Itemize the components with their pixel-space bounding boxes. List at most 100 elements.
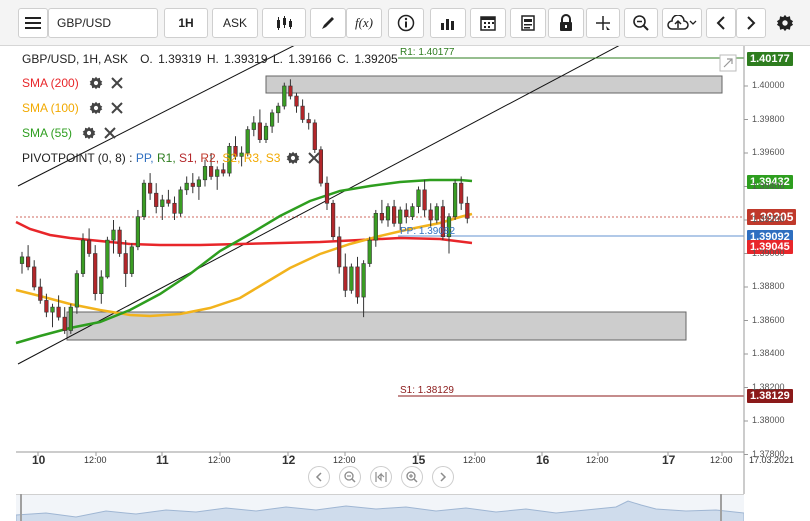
symbol-selector[interactable]: GBP/USD xyxy=(48,8,158,38)
candle-body xyxy=(196,179,202,187)
pan-left-button[interactable] xyxy=(308,466,330,488)
candle-body xyxy=(117,229,122,254)
chart-type-button[interactable] xyxy=(262,8,306,38)
candle-body xyxy=(62,316,67,331)
candle-body xyxy=(276,105,281,114)
info-icon xyxy=(397,14,415,32)
candle-body xyxy=(190,182,195,187)
overview-navigator[interactable] xyxy=(16,494,744,521)
x-tick-label: 17.03.2021 xyxy=(749,455,795,465)
chart-area[interactable]: GBP/USD, 1H, ASK O. 1.39319 H. 1.39319 L… xyxy=(0,46,810,521)
candle-body xyxy=(349,266,354,291)
lock-icon xyxy=(560,14,572,31)
scroll-left-button[interactable] xyxy=(706,8,736,38)
candle-body xyxy=(184,182,189,191)
lock-button[interactable] xyxy=(548,8,584,38)
r1-level-label: R1: 1.40177 xyxy=(400,47,455,58)
indicators-button[interactable]: f(x) xyxy=(346,8,382,38)
candle-body xyxy=(178,189,183,214)
y-tick-label: 1.39800 xyxy=(752,113,785,124)
candle-body xyxy=(25,256,31,268)
candle-body xyxy=(129,246,134,274)
price-chart[interactable] xyxy=(0,46,810,521)
pan-right-button[interactable] xyxy=(432,466,454,488)
candle-body xyxy=(416,189,421,207)
pivot-sep: : xyxy=(129,151,133,165)
ohlc-readout: GBP/USD, 1H, ASK O. 1.39319 H. 1.39319 L… xyxy=(22,52,400,66)
legend-sma55: SMA (55) xyxy=(22,126,124,140)
candle-body xyxy=(257,122,263,140)
close-icon[interactable] xyxy=(308,152,321,164)
settings-button[interactable] xyxy=(770,8,800,38)
legend-pivot: PIVOTPOINT (0, 8) : PP, R1, S1, R2, S2, … xyxy=(22,151,328,165)
candle-body xyxy=(221,169,226,174)
crosshair-button[interactable] xyxy=(586,8,620,38)
gear-icon[interactable] xyxy=(89,101,103,115)
candle-body xyxy=(330,202,336,238)
pivot-s2: S2, xyxy=(222,151,241,165)
candle-body xyxy=(123,253,128,274)
candle-body xyxy=(202,166,208,181)
y-tick-label: 1.39400 xyxy=(752,180,785,191)
fx-label: f(x) xyxy=(354,15,374,30)
volume-button[interactable] xyxy=(430,8,466,38)
zoom-button[interactable] xyxy=(624,8,658,38)
candle-body xyxy=(361,263,366,298)
bar-chart-icon xyxy=(441,19,454,30)
overview-handle-right[interactable] xyxy=(720,494,722,521)
candle-body xyxy=(434,206,439,221)
info-button[interactable] xyxy=(388,8,424,38)
candle-body xyxy=(343,266,348,291)
candle-body xyxy=(19,256,25,264)
open-label: O. xyxy=(140,52,153,66)
close-icon[interactable] xyxy=(110,77,123,89)
price-type-button[interactable]: ASK xyxy=(212,8,258,38)
high-label: H. xyxy=(206,52,219,66)
gear-icon[interactable] xyxy=(286,151,300,165)
zoom-out-icon xyxy=(344,471,356,483)
symbol-label: GBP/USD xyxy=(57,16,112,30)
y-tick-label: 1.38400 xyxy=(752,348,785,358)
open-value: 1.39319 xyxy=(158,52,202,66)
candle-body xyxy=(148,182,153,194)
candle-body xyxy=(172,202,177,214)
cloud-upload-button[interactable] xyxy=(662,8,702,38)
crosshair-icon xyxy=(596,16,610,30)
calendar-button[interactable] xyxy=(470,8,506,38)
reset-zoom-button[interactable] xyxy=(370,466,392,488)
timeframe-button[interactable]: 1H xyxy=(164,8,208,38)
zoom-in-button[interactable] xyxy=(401,466,423,488)
drawing-tool-button[interactable] xyxy=(310,8,346,38)
candle-body xyxy=(391,206,397,224)
candle-body xyxy=(465,202,470,219)
y-tick-label: 1.40000 xyxy=(752,80,785,90)
candle-body xyxy=(93,253,98,295)
overview-handle-left[interactable] xyxy=(20,494,22,521)
close-icon[interactable] xyxy=(110,102,123,114)
menu-button[interactable] xyxy=(18,8,48,38)
pivot-r1: R1, xyxy=(156,151,176,165)
candle-body xyxy=(459,182,464,204)
pivot-label: PIVOTPOINT (0, 8) xyxy=(22,151,126,165)
scroll-right-button[interactable] xyxy=(736,8,766,38)
news-button[interactable] xyxy=(510,8,546,38)
close-icon[interactable] xyxy=(104,127,116,139)
expand-icon[interactable] xyxy=(719,54,737,72)
candle-body xyxy=(404,209,409,217)
zoom-out-button[interactable] xyxy=(339,466,361,488)
legend-sma100: SMA (100) xyxy=(22,101,131,115)
pivot-r2: R2, xyxy=(200,151,220,165)
x-tick-label: 17 xyxy=(662,453,676,467)
close-label: C. xyxy=(336,52,349,66)
candle-body xyxy=(56,306,61,318)
gear-icon[interactable] xyxy=(89,76,103,90)
candle-body xyxy=(452,182,458,217)
overview-chart xyxy=(16,500,744,521)
close-value: 1.39205 xyxy=(354,52,398,66)
candle-body xyxy=(367,239,372,264)
y-tick-label: 1.38600 xyxy=(752,314,785,325)
resistance-zone[interactable] xyxy=(265,75,723,94)
candle-body xyxy=(38,286,43,301)
candle-body xyxy=(385,206,391,221)
gear-icon[interactable] xyxy=(82,126,96,140)
